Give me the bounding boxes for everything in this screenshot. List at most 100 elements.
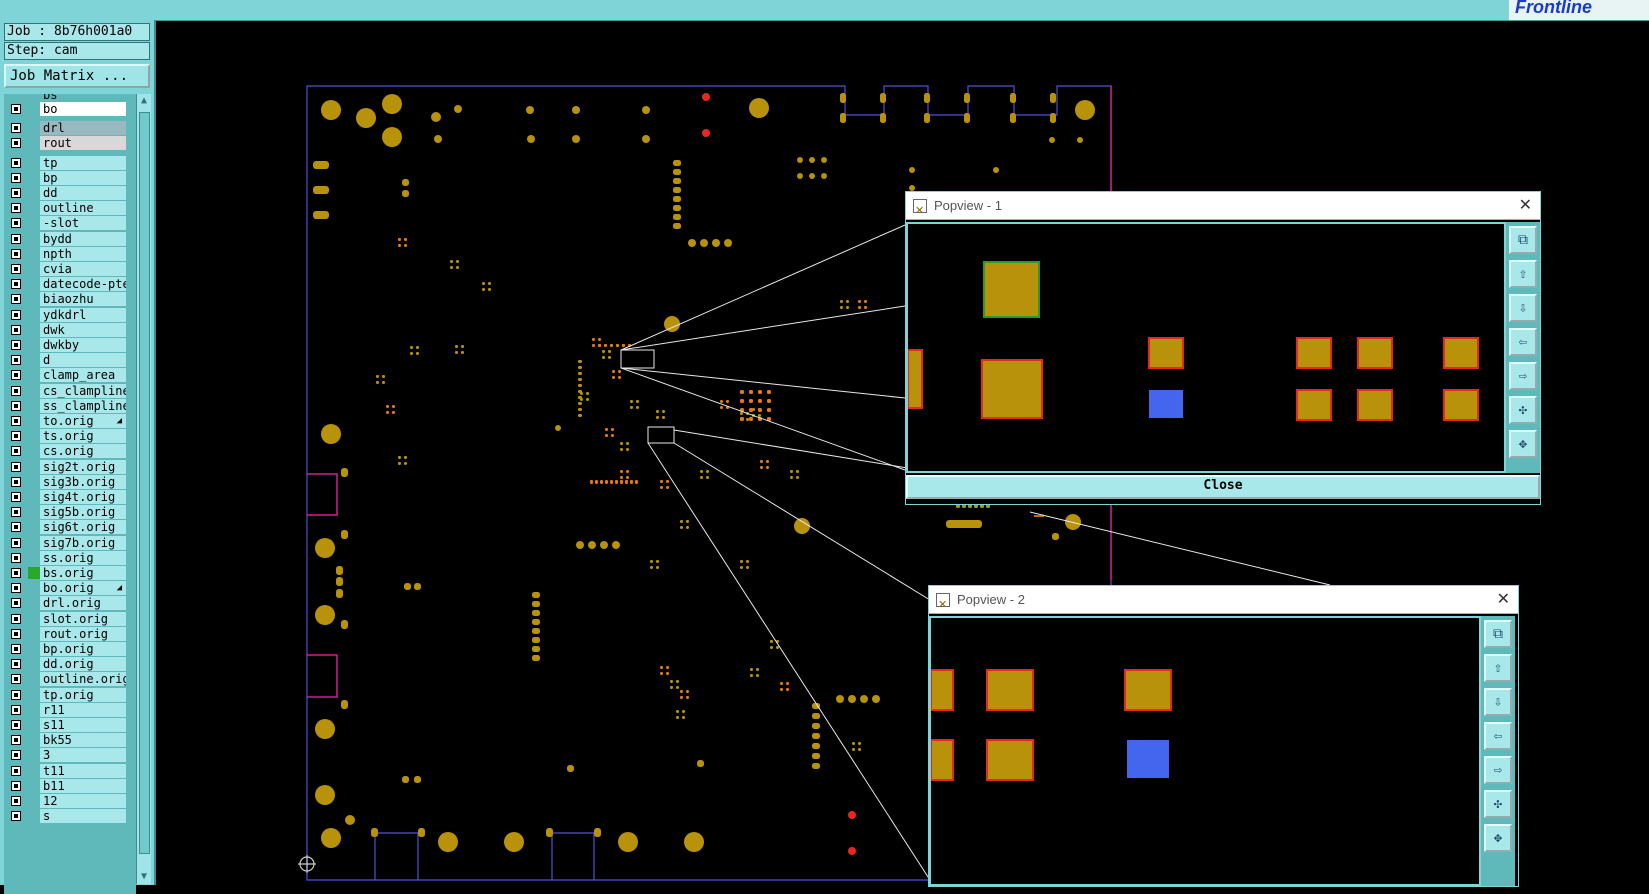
zoom-out-icon[interactable]: ✣ (1484, 790, 1512, 818)
layer-checkbox[interactable] (11, 309, 21, 320)
layer-checkbox[interactable] (11, 689, 21, 700)
pan-right-icon[interactable]: ⇨ (1484, 756, 1512, 784)
layer-row-biaozhu[interactable]: biaozhu (4, 292, 136, 307)
layer-checkbox[interactable] (11, 507, 21, 518)
layer-row-sig3b.orig[interactable]: sig3b.orig (4, 474, 136, 490)
layer-row-bp.orig[interactable]: bp.orig (4, 642, 136, 657)
layer-row-drl.orig[interactable]: drl.orig (4, 596, 136, 611)
close-icon[interactable]: ✕ (1497, 586, 1510, 614)
popview-1-close-button[interactable]: Close (906, 475, 1540, 499)
layer-checkbox[interactable] (11, 461, 21, 472)
layer-row-to.orig[interactable]: to.orig ◢ (4, 414, 136, 429)
layer-row-s11[interactable]: s11 (4, 718, 136, 733)
zoom-fit-icon[interactable]: ⧉ (1484, 620, 1512, 648)
layer-checkbox[interactable] (11, 340, 21, 350)
layer-checkbox[interactable] (11, 138, 21, 149)
layer-checkbox[interactable] (11, 568, 21, 578)
layer-row-d[interactable]: d (4, 353, 136, 368)
layer-row-sig2t.orig[interactable]: sig2t.orig (4, 459, 136, 475)
layer-checkbox[interactable] (11, 644, 21, 654)
layer-row-slot.orig[interactable]: slot.orig (4, 611, 136, 627)
layer-row-tp[interactable]: tp (4, 155, 136, 171)
layer-row-outline[interactable]: outline (4, 201, 136, 216)
layer-checkbox[interactable] (11, 123, 21, 134)
layer-row-dwkby[interactable]: dwkby (4, 338, 136, 353)
layer-checkbox[interactable] (11, 370, 21, 381)
layer-checkbox[interactable] (11, 233, 21, 244)
layer-row-bs.orig[interactable]: bs.orig (4, 566, 136, 581)
layer-checkbox[interactable] (11, 355, 21, 366)
layer-row-cs_clampline[interactable]: cs_clampline (4, 383, 136, 399)
layer-row-r11[interactable]: r11 (4, 702, 136, 718)
layer-checkbox[interactable] (11, 552, 21, 563)
job-matrix-button[interactable]: Job Matrix ... (4, 64, 150, 88)
layer-row-dwk[interactable]: dwk (4, 322, 136, 338)
layer-row-bo[interactable]: bo (4, 102, 136, 117)
zoom-fit-icon[interactable]: ⧉ (1509, 226, 1537, 254)
layer-checkbox[interactable] (11, 104, 21, 114)
layer-checkbox[interactable] (11, 431, 21, 442)
layer-row-sig5b.orig[interactable]: sig5b.orig (4, 505, 136, 520)
layer-row-tp.orig[interactable]: tp.orig (4, 687, 136, 703)
layer-row-ss.orig[interactable]: ss.orig (4, 550, 136, 566)
layer-checkbox[interactable] (11, 704, 21, 715)
layer-checkbox[interactable] (11, 279, 21, 290)
layer-checkbox[interactable] (11, 674, 21, 685)
pan-right-icon[interactable]: ⇨ (1509, 362, 1537, 390)
zoom-in-icon[interactable]: ✥ (1484, 824, 1512, 852)
layer-row-bo.orig[interactable]: bo.orig ◢ (4, 581, 136, 596)
layer-checkbox[interactable] (11, 780, 21, 791)
scroll-down-icon[interactable]: ▼ (137, 870, 151, 884)
popview-2-titlebar[interactable]: Popview - 2 ✕ (929, 586, 1518, 619)
layer-checkbox[interactable] (11, 400, 21, 411)
layer-row-ss_clampline[interactable]: ss_clampline (4, 398, 136, 414)
layer-checkbox[interactable] (11, 203, 21, 214)
layer-row--slot[interactable]: -slot (4, 216, 136, 231)
layer-row-drl[interactable]: drl (4, 121, 136, 136)
layer-row-3[interactable]: 3 (4, 748, 136, 763)
layer-checkbox[interactable] (11, 172, 21, 183)
pan-up-icon[interactable]: ⇧ (1484, 654, 1512, 682)
popview-1-view[interactable] (906, 222, 1506, 473)
layer-row-sig7b.orig[interactable]: sig7b.orig (4, 535, 136, 551)
zoom-out-icon[interactable]: ✣ (1509, 396, 1537, 424)
layer-row-sig6t.orig[interactable]: sig6t.orig (4, 520, 136, 535)
layer-checkbox[interactable] (11, 522, 21, 533)
layer-row-rout[interactable]: rout (4, 136, 136, 151)
pan-down-icon[interactable]: ⇩ (1484, 688, 1512, 716)
layer-row-rout.orig[interactable]: rout.orig (4, 626, 136, 642)
layer-row-s[interactable]: s (4, 809, 136, 824)
layer-row-ts.orig[interactable]: ts.orig (4, 429, 136, 444)
layer-checkbox[interactable] (11, 811, 21, 822)
layer-row-b11[interactable]: b11 (4, 778, 136, 794)
layer-checkbox[interactable] (11, 264, 21, 274)
zoom-in-icon[interactable]: ✥ (1509, 430, 1537, 458)
layer-row-npth[interactable]: npth (4, 246, 136, 262)
popview-1-titlebar[interactable]: Popview - 1 ✕ (906, 192, 1540, 225)
scroll-up-icon[interactable]: ▲ (137, 94, 151, 108)
popview-2-view[interactable] (929, 616, 1481, 886)
layer-checkbox[interactable] (11, 416, 21, 426)
layer-checkbox[interactable] (11, 628, 21, 639)
layer-checkbox[interactable] (11, 446, 21, 457)
pan-up-icon[interactable]: ⇧ (1509, 260, 1537, 288)
layer-row-bp[interactable]: bp (4, 170, 136, 186)
layer-checkbox[interactable] (11, 583, 21, 594)
layer-checkbox[interactable] (11, 492, 21, 502)
layer-row-ydkdrl[interactable]: ydkdrl (4, 307, 136, 323)
layer-checkbox[interactable] (11, 765, 21, 776)
pan-down-icon[interactable]: ⇩ (1509, 294, 1537, 322)
pan-left-icon[interactable]: ⇦ (1509, 328, 1537, 356)
layer-row-bk55[interactable]: bk55 (4, 733, 136, 748)
layer-checkbox[interactable] (11, 188, 21, 198)
layer-row-cs.orig[interactable]: cs.orig (4, 444, 136, 459)
layer-checkbox[interactable] (11, 157, 21, 168)
layer-row-cvia[interactable]: cvia (4, 262, 136, 277)
layer-row-bydd[interactable]: bydd (4, 231, 136, 247)
pan-left-icon[interactable]: ⇦ (1484, 722, 1512, 750)
layer-row-12[interactable]: 12 (4, 794, 136, 809)
layer-row-t11[interactable]: t11 (4, 763, 136, 779)
layer-checkbox[interactable] (11, 218, 21, 229)
layer-checkbox[interactable] (11, 659, 21, 670)
layer-row-clamp_area[interactable]: clamp_area (4, 368, 136, 383)
